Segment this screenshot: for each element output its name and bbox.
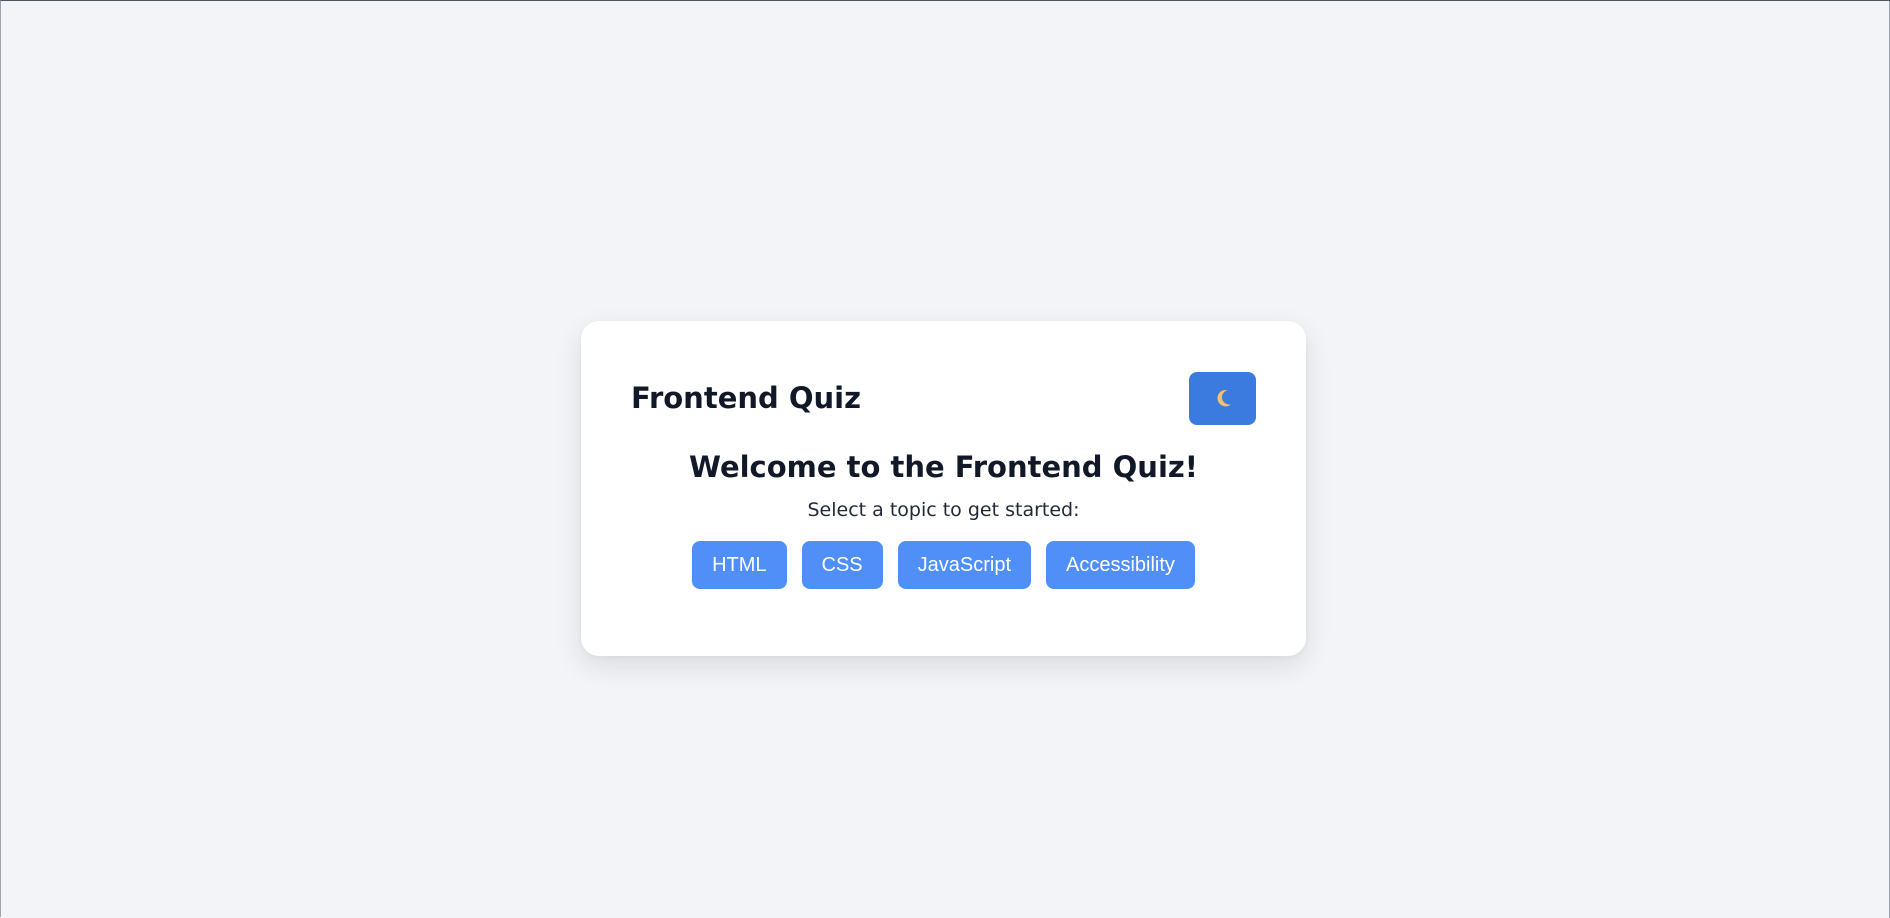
moon-icon <box>1211 386 1235 410</box>
quiz-card: Frontend Quiz Welcome to the Frontend Qu… <box>581 321 1306 656</box>
topic-button-html[interactable]: HTML <box>692 541 787 589</box>
welcome-section: Welcome to the Frontend Quiz! Select a t… <box>631 447 1256 523</box>
welcome-subtitle: Select a topic to get started: <box>807 499 1080 521</box>
topic-button-css[interactable]: CSS <box>801 541 883 589</box>
topic-button-accessibility[interactable]: Accessibility <box>1046 541 1195 589</box>
welcome-title: Welcome to the Frontend Quiz! <box>688 450 1198 484</box>
theme-toggle-button[interactable] <box>1189 371 1256 425</box>
topic-buttons: HTML CSS JavaScript Accessibility <box>631 541 1256 589</box>
topic-button-javascript[interactable]: JavaScript <box>897 541 1032 589</box>
app-title: Frontend Quiz <box>631 381 861 415</box>
card-header: Frontend Quiz <box>631 371 1256 425</box>
